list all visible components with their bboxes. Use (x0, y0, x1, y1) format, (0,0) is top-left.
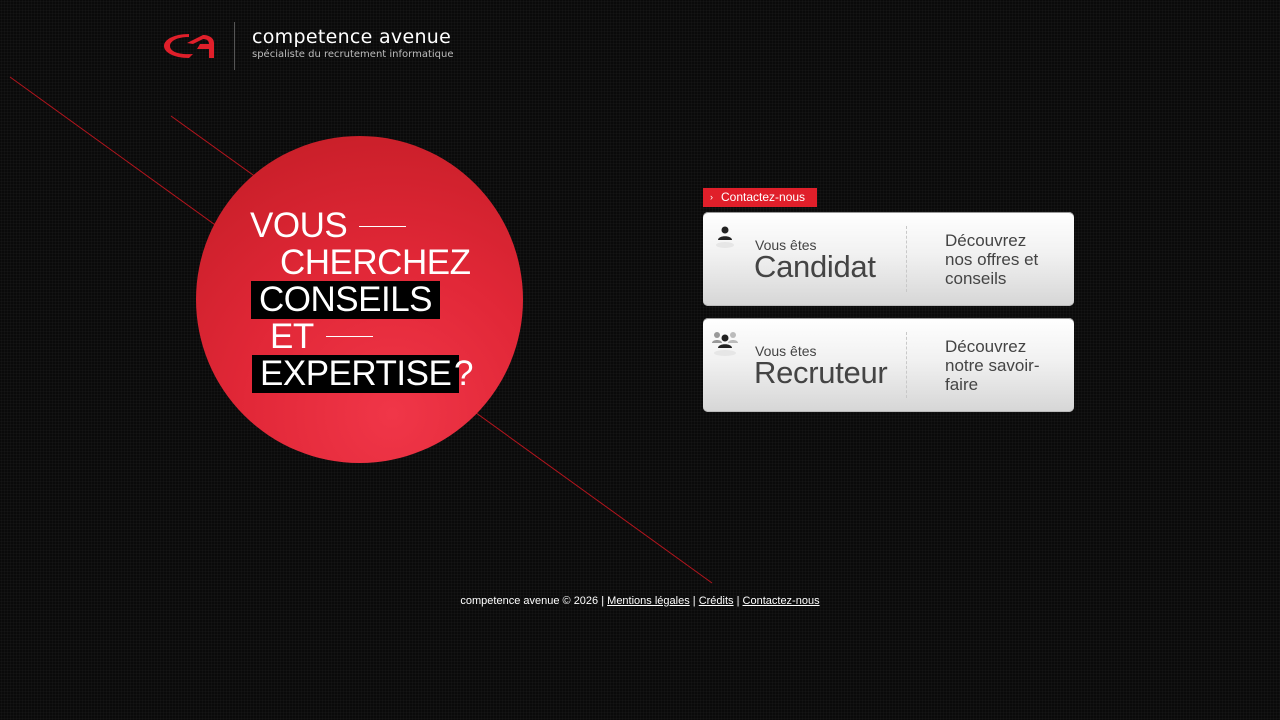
candidate-title: Candidat (754, 249, 876, 284)
recruiter-description: Découvrez notre savoir-faire (945, 337, 1040, 394)
footer-link-contact[interactable]: Contactez-nous (743, 595, 820, 607)
headline-line-expertise: EXPERTISE (252, 355, 460, 393)
person-icon (716, 226, 734, 248)
headline-line-et: ET (270, 317, 314, 356)
contact-tab-link[interactable]: › Contactez-nous (703, 188, 817, 207)
footer-separator: | (736, 595, 740, 607)
contact-tab-label: Contactez-nous (721, 190, 806, 204)
footer: competence avenue © 2026 | Mentions léga… (0, 595, 1280, 607)
footer-separator: | (601, 595, 605, 607)
headline-dash (326, 336, 373, 337)
headline-line-cherchez: CHERCHEZ (280, 243, 471, 282)
footer-separator: | (692, 595, 696, 607)
card-separator (906, 332, 907, 398)
card-separator (906, 226, 907, 292)
chevron-right-icon: › (710, 192, 713, 202)
candidate-card-button[interactable]: Vous êtes Candidat Découvrez nos offres … (703, 212, 1074, 306)
footer-link-mentions-legales[interactable]: Mentions légales (607, 595, 690, 607)
headline-dash (359, 226, 406, 227)
headline-line-vous: VOUS (250, 206, 348, 245)
recruiter-card-button[interactable]: Vous êtes Recruteur Découvrez notre savo… (703, 318, 1074, 412)
group-icon (712, 332, 738, 356)
footer-copyright: competence avenue © 2026 (460, 595, 599, 607)
headline-question-mark: ? (454, 354, 473, 393)
footer-link-credits[interactable]: Crédits (699, 595, 734, 607)
decorative-diagonal-lines (9, 76, 713, 584)
headline-line-conseils: CONSEILS (251, 281, 440, 319)
candidate-description: Découvrez nos offres et conseils (945, 231, 1039, 288)
recruiter-title: Recruteur (754, 355, 888, 390)
